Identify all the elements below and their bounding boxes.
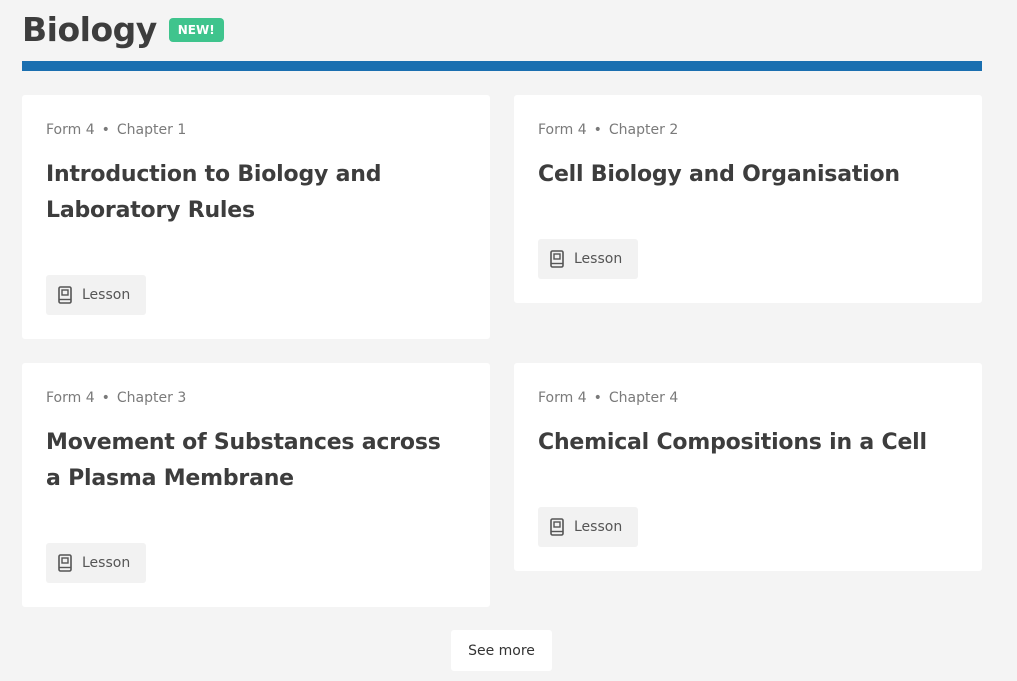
chapter-meta: Form 4 • Chapter 3: [46, 390, 186, 406]
book-icon: [550, 250, 564, 268]
lesson-button[interactable]: Lesson: [538, 239, 638, 279]
lesson-button[interactable]: Lesson: [538, 507, 638, 547]
lesson-button-label: Lesson: [82, 287, 131, 303]
lesson-button-label: Lesson: [82, 555, 131, 571]
lesson-button-label: Lesson: [574, 251, 623, 267]
chapter-title[interactable]: Cell Biology and Organisation: [538, 157, 938, 193]
chapter-label: Chapter 3: [116, 390, 187, 406]
book-icon: [58, 286, 72, 304]
meta-separator: •: [593, 122, 602, 138]
lesson-button[interactable]: Lesson: [46, 275, 146, 315]
page-title: Biology: [22, 10, 157, 49]
chapter-card-4[interactable]: Form 4 • Chapter 4 Chemical Compositions i…: [514, 363, 982, 571]
chapter-card-1[interactable]: Form 4 • Chapter 1 Introduction to Biology…: [22, 95, 490, 339]
form-label: Form 4: [46, 390, 95, 406]
chapter-title[interactable]: Introduction to Biology and Laboratory R…: [46, 157, 446, 229]
accent-divider: [22, 61, 982, 71]
chapter-card-2[interactable]: Form 4 • Chapter 2 Cell Biology and Organi…: [514, 95, 982, 303]
lesson-button[interactable]: Lesson: [46, 543, 146, 583]
chapter-label: Chapter 2: [608, 122, 679, 138]
form-label: Form 4: [538, 122, 587, 138]
book-icon: [58, 554, 72, 572]
meta-separator: •: [101, 122, 110, 138]
book-icon: [550, 518, 564, 536]
chapter-label: Chapter 4: [608, 390, 679, 406]
chapter-meta: Form 4 • Chapter 2: [538, 122, 678, 138]
chapter-title[interactable]: Movement of Substances across a Plasma M…: [46, 425, 446, 497]
chapter-meta: Form 4 • Chapter 1: [46, 122, 186, 138]
lesson-button-label: Lesson: [574, 519, 623, 535]
chapter-title[interactable]: Chemical Compositions in a Cell: [538, 425, 938, 461]
new-badge: NEW!: [168, 17, 224, 42]
form-label: Form 4: [46, 122, 95, 138]
meta-separator: •: [101, 390, 110, 406]
meta-separator: •: [593, 390, 602, 406]
chapter-meta: Form 4 • Chapter 4: [538, 390, 678, 406]
chapter-label: Chapter 1: [116, 122, 187, 138]
form-label: Form 4: [538, 390, 587, 406]
section-header: Biology NEW!: [22, 10, 224, 49]
chapter-card-3[interactable]: Form 4 • Chapter 3 Movement of Substances …: [22, 363, 490, 607]
see-more-button[interactable]: See more: [451, 630, 552, 671]
